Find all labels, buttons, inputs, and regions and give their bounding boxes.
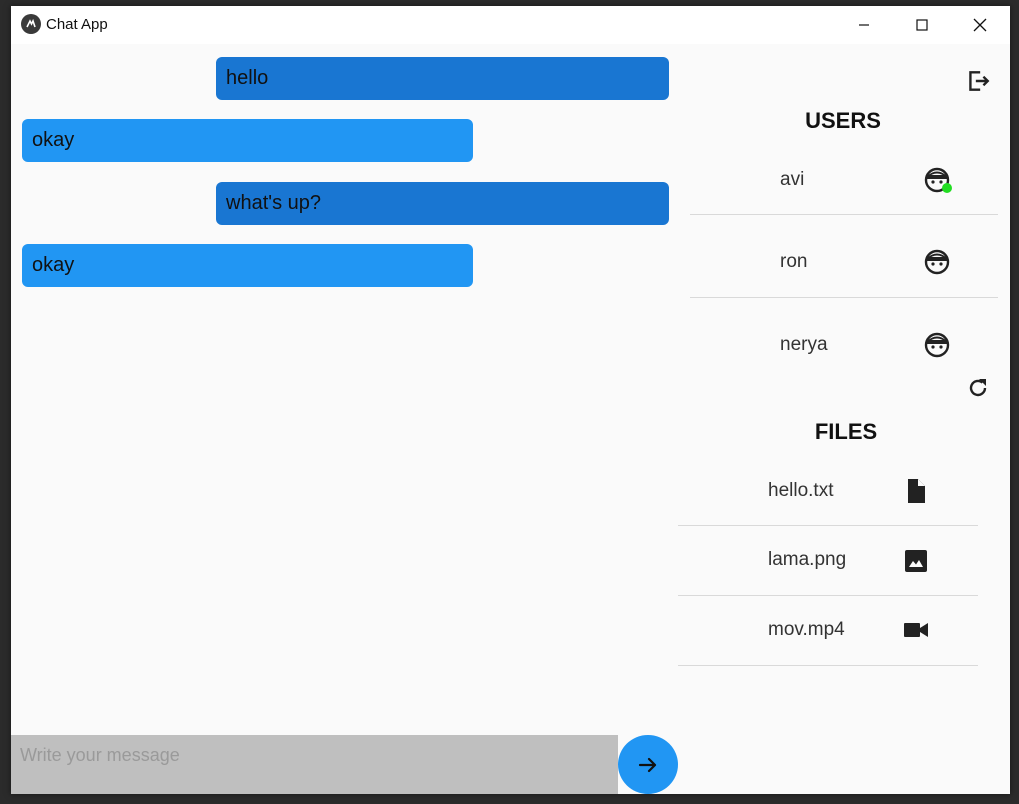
avatar-icon <box>923 331 953 361</box>
window-title: Chat App <box>46 16 108 33</box>
minimize-icon <box>859 24 869 26</box>
title-bar[interactable]: Chat App <box>11 6 1010 44</box>
avatar-icon <box>923 166 953 196</box>
message-bubble-received: okay <box>22 244 473 287</box>
divider <box>678 665 978 666</box>
online-status-dot <box>942 183 952 193</box>
refresh-button[interactable] <box>963 373 993 403</box>
divider <box>690 214 998 215</box>
users-heading: USERS <box>805 108 881 133</box>
message-text: okay <box>32 129 75 151</box>
close-icon <box>973 18 987 32</box>
document-icon <box>901 476 931 506</box>
divider <box>678 525 978 526</box>
message-text: what's up? <box>226 192 321 214</box>
message-composer <box>11 735 618 794</box>
close-button[interactable] <box>957 6 1003 44</box>
refresh-icon <box>969 379 987 397</box>
files-heading: FILES <box>814 419 878 444</box>
app-window: Chat App hello okay what's up? okay Writ… <box>11 6 1010 794</box>
file-name: lama.png <box>768 549 847 570</box>
arrow-right-icon <box>638 757 657 772</box>
minimize-button[interactable] <box>841 6 887 44</box>
logout-button[interactable] <box>963 66 993 96</box>
message-bubble-sent: hello <box>216 57 669 100</box>
divider <box>690 297 998 298</box>
file-name: mov.mp4 <box>768 619 845 640</box>
maximize-button[interactable] <box>899 6 945 44</box>
message-text: okay <box>32 254 75 276</box>
sidebar: USERS avi ron nerya FILES hello.txt lama… <box>678 44 1010 794</box>
maximize-icon <box>916 19 928 31</box>
message-text: hello <box>226 67 269 89</box>
file-name: hello.txt <box>768 480 834 501</box>
message-input[interactable] <box>11 735 618 775</box>
avatar-icon <box>923 248 953 278</box>
app-logo-icon <box>21 14 41 34</box>
chat-area[interactable]: hello okay what's up? okay <box>11 44 678 734</box>
divider <box>678 595 978 596</box>
image-icon <box>901 546 931 576</box>
message-bubble-received: okay <box>22 119 473 162</box>
logout-icon <box>969 71 990 91</box>
message-bubble-sent: what's up? <box>216 182 669 225</box>
user-name: ron <box>780 251 808 272</box>
send-button[interactable] <box>618 735 678 794</box>
user-name: nerya <box>780 334 828 355</box>
user-name: avi <box>780 169 805 190</box>
video-icon <box>901 615 931 645</box>
